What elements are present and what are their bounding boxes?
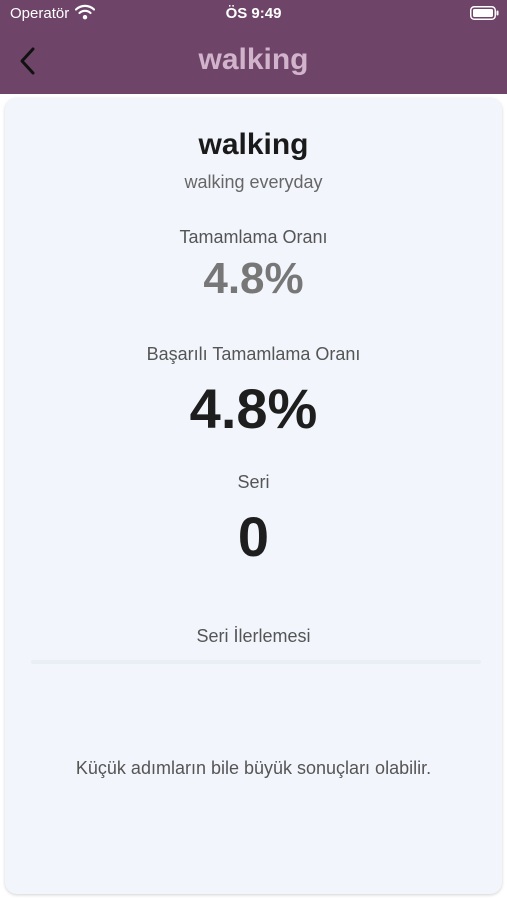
- nav-title: walking: [198, 43, 309, 76]
- motivation-text: Küçük adımların bile büyük sonuçları ola…: [75, 758, 432, 778]
- habit-stats-card: walking walking everyday Tamamlama Oranı…: [5, 98, 502, 894]
- success-rate-value: 4.8%: [189, 377, 318, 440]
- nav-bar: walking: [0, 28, 507, 94]
- status-time: ÖS 9:49: [225, 5, 282, 22]
- streak-progress-bar: [31, 660, 481, 664]
- success-rate-label: Başarılı Tamamlama Oranı: [146, 344, 361, 364]
- habit-description: walking everyday: [184, 172, 323, 192]
- completion-rate-label: Tamamlama Oranı: [179, 227, 328, 247]
- streak-label: Seri: [237, 472, 270, 492]
- battery-icon: [470, 6, 499, 20]
- streak-progress-label: Seri İlerlemesi: [196, 626, 311, 646]
- habit-title: walking: [198, 128, 309, 161]
- completion-rate-value: 4.8%: [203, 254, 304, 303]
- streak-value: 0: [237, 505, 270, 568]
- status-bar: Operatör ÖS 9:49: [0, 0, 507, 28]
- top-bar: Operatör ÖS 9:49 walking: [0, 0, 507, 94]
